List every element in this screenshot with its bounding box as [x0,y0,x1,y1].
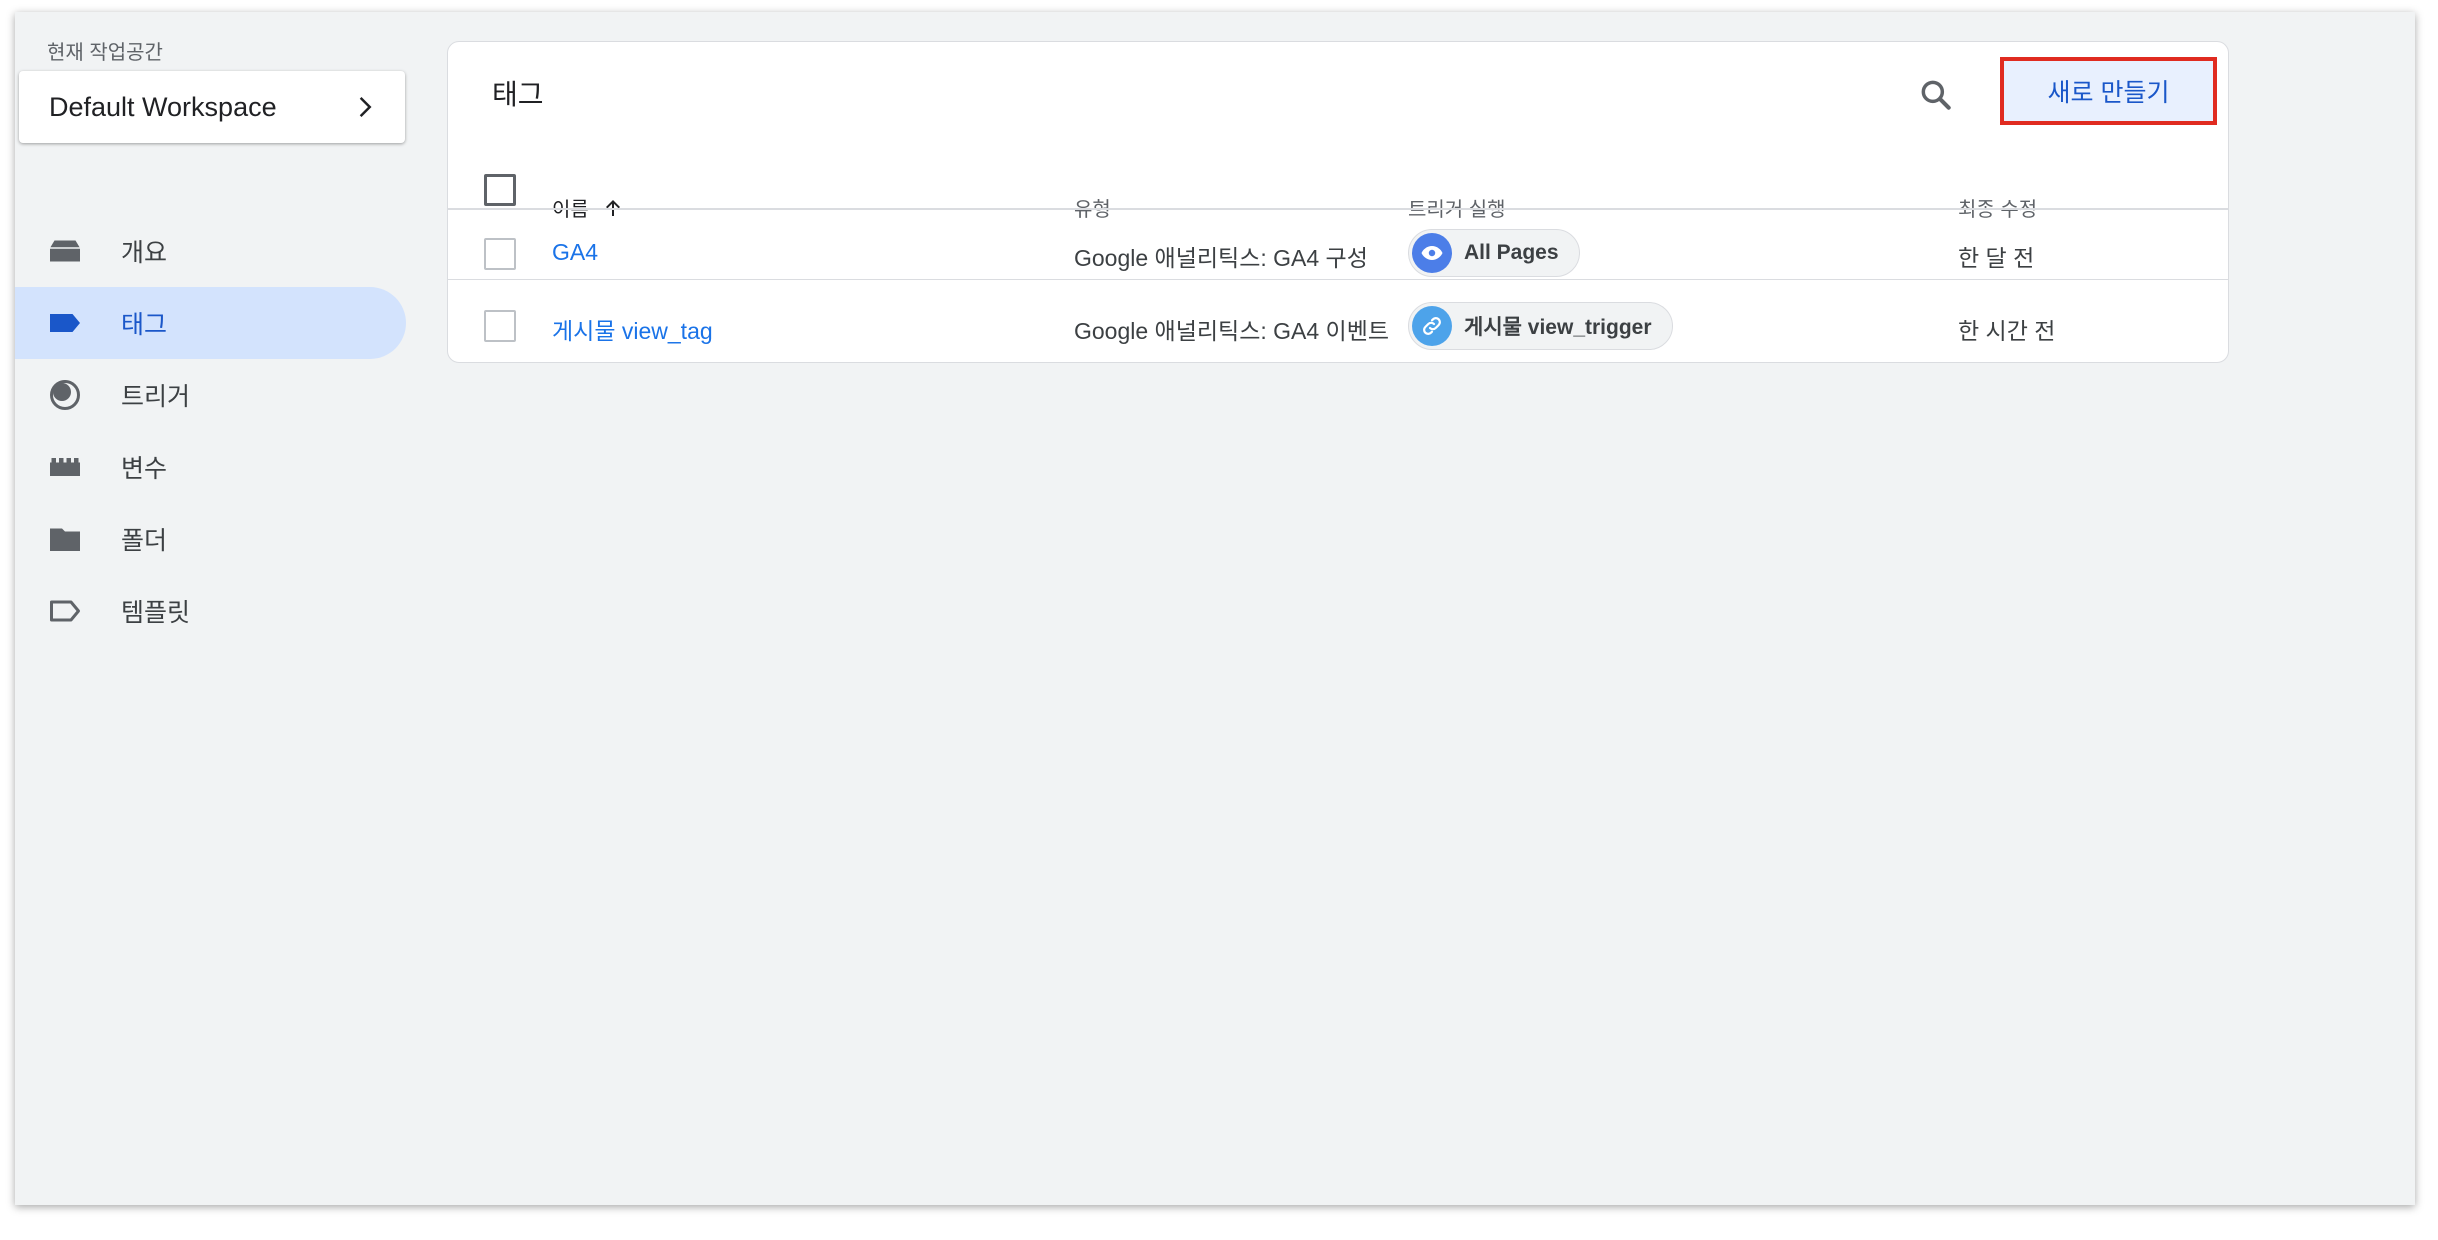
workspace-name: Default Workspace [49,91,277,122]
new-tag-button[interactable]: 새로 만들기 [2000,57,2217,125]
search-icon [1921,80,1951,110]
modified-time: 한 달 전 [1958,245,2035,271]
select-all-checkbox[interactable] [484,174,516,206]
sidebar-item-label: 변수 [121,455,168,483]
trigger-chip[interactable]: 게시물 view_trigger [1408,302,1673,350]
sidebar-item-label: 트리거 [121,383,191,411]
row-checkbox[interactable] [484,310,516,342]
sidebar-nav: 개요 태그 트리거 변수 폴더 템플릿 [15,215,406,647]
tag-icon [47,305,83,341]
tag-name-link[interactable]: 게시물 view_tag [552,312,713,346]
sidebar-item-variables[interactable]: 변수 [15,431,406,503]
sidebar-item-overview[interactable]: 개요 [15,215,406,287]
sidebar-item-label: 개요 [121,239,168,267]
workspace-label: 현재 작업공간 [47,42,163,64]
sidebar-item-label: 폴더 [121,527,168,555]
eye-icon [1412,233,1452,273]
sidebar-item-label: 태그 [121,311,168,339]
header-divider [448,208,2228,210]
trigger-chip[interactable]: All Pages [1408,229,1580,277]
sidebar-item-triggers[interactable]: 트리거 [15,359,406,431]
sidebar-item-label: 템플릿 [121,599,191,627]
trigger-chip-label: All Pages [1464,241,1559,264]
tags-card: 태그 새로 만들기 이름 유형 트리거 실행 최종 수정 GA4 Google … [447,41,2229,363]
overview-icon [47,233,83,269]
modified-time: 한 시간 전 [1958,318,2056,344]
tag-type: Google 애널리틱스: GA4 이벤트 [1074,318,1390,344]
sidebar-item-folders[interactable]: 폴더 [15,503,406,575]
variable-icon [47,449,83,485]
page-title: 태그 [492,79,544,110]
app-frame: 현재 작업공간 Default Workspace 개요 태그 트리거 변수 폴… [15,12,2415,1205]
tag-type: Google 애널리틱스: GA4 구성 [1074,245,1368,271]
link-icon [1412,306,1452,346]
chevron-right-icon [359,97,372,117]
sidebar-item-tags[interactable]: 태그 [15,287,406,359]
folder-icon [47,521,83,557]
row-divider [448,279,2228,280]
row-checkbox[interactable] [484,238,516,270]
workspace-selector[interactable]: Default Workspace [19,71,405,143]
sidebar-item-templates[interactable]: 템플릿 [15,575,406,647]
template-icon [47,593,83,629]
search-button[interactable] [1913,72,1959,118]
trigger-icon [47,377,83,413]
trigger-chip-label: 게시물 view_trigger [1464,316,1652,339]
tag-name-link[interactable]: GA4 [552,239,598,266]
